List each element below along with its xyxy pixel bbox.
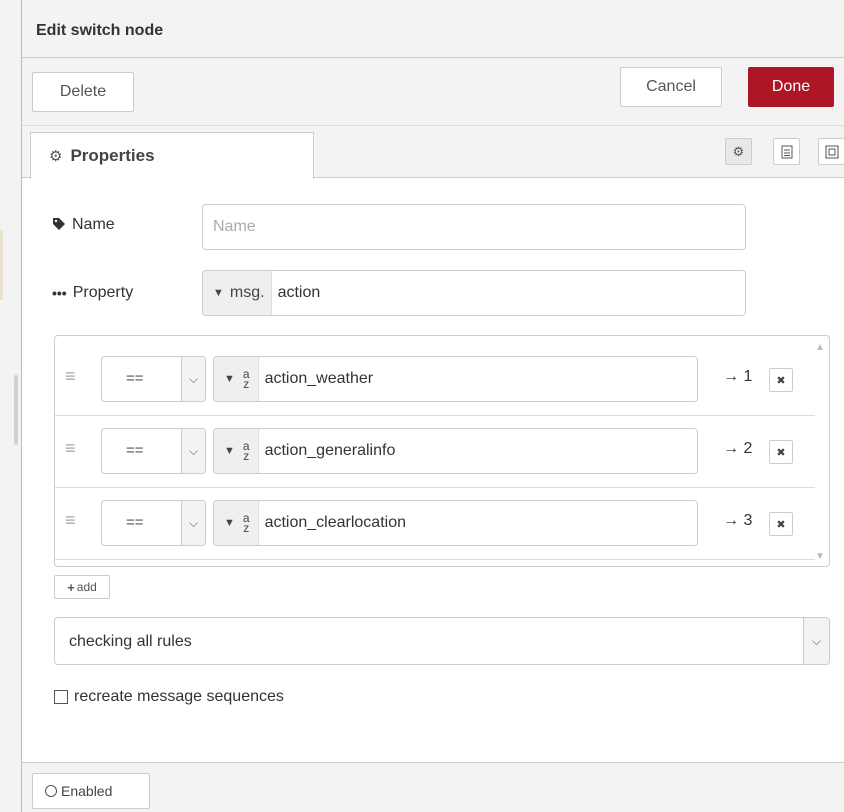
rule-value-input[interactable]: ▼ az action_weather — [213, 356, 698, 402]
rule-value: action_clearlocation — [264, 514, 406, 531]
enabled-toggle[interactable]: Enabled — [32, 773, 150, 809]
rules-list: ≡ == ⌵ ▼ az action_weather → 1 ✖ ≡ == ⌵ — [54, 335, 830, 567]
circle-icon — [45, 785, 57, 797]
rule-value-input[interactable]: ▼ az action_clearlocation — [213, 500, 698, 546]
add-label: add — [76, 580, 97, 594]
rule-output: → 1 — [723, 368, 753, 385]
remove-rule-button[interactable]: ✖ — [769, 440, 793, 464]
caret-down-icon: ▼ — [213, 287, 224, 299]
tabs-bar: ⚙ Properties ⚙ — [22, 126, 844, 179]
tray-title: Edit switch node — [36, 22, 164, 39]
recreate-sequences-checkbox[interactable] — [54, 690, 68, 704]
gear-icon: ⚙ — [49, 148, 63, 165]
operator-value: == — [126, 442, 144, 459]
delete-button[interactable]: Delete — [32, 72, 134, 112]
rule-row: ≡ == ⌵ ▼ az action_generalinfo → 2 ✖ — [55, 416, 815, 488]
done-button[interactable]: Done — [748, 67, 834, 107]
cancel-button[interactable]: Cancel — [620, 67, 722, 107]
tab-label: Properties — [70, 146, 155, 165]
name-placeholder: Name — [213, 218, 256, 235]
name-label-text: Name — [72, 216, 115, 233]
recreate-sequences-row[interactable]: recreate message sequences — [54, 688, 284, 706]
appearance-icon[interactable] — [818, 138, 844, 165]
rule-value: action_generalinfo — [264, 442, 396, 459]
chevron-down-icon: ⌵ — [181, 429, 205, 473]
plus-icon: + — [67, 579, 75, 595]
string-type-icon: az — [242, 439, 250, 463]
rule-row: ≡ == ⌵ ▼ az action_weather → 1 ✖ — [55, 344, 815, 416]
operator-value: == — [126, 370, 144, 387]
property-label: ••• Property — [52, 284, 133, 302]
operator-value: == — [126, 514, 144, 531]
drag-handle-icon[interactable]: ≡ — [65, 510, 76, 531]
add-rule-button[interactable]: + add — [54, 575, 110, 599]
value-type-selector[interactable]: ▼ az — [214, 429, 259, 473]
workspace-marker — [0, 230, 3, 300]
property-type-selector[interactable]: ▼ msg. — [203, 271, 272, 315]
enabled-label: Enabled — [61, 783, 113, 799]
value-type-selector[interactable]: ▼ az — [214, 501, 259, 545]
rule-value: action_weather — [264, 370, 374, 387]
property-value: action — [277, 284, 321, 301]
tag-icon — [52, 217, 66, 234]
chevron-down-icon: ⌵ — [181, 357, 205, 401]
edit-tray: Edit switch node Delete Cancel Done ⚙ Pr… — [22, 0, 844, 812]
caret-down-icon: ▼ — [224, 517, 235, 529]
rule-value-input[interactable]: ▼ az action_generalinfo — [213, 428, 698, 474]
rule-output: → 3 — [723, 512, 753, 529]
ellipsis-icon: ••• — [52, 285, 67, 301]
tab-properties[interactable]: ⚙ Properties — [30, 132, 314, 179]
string-type-icon: az — [242, 367, 250, 391]
checking-mode-select[interactable]: checking all rules ⌵ — [54, 617, 830, 665]
properties-gear-icon[interactable]: ⚙ — [725, 138, 752, 165]
drag-handle-icon[interactable]: ≡ — [65, 438, 76, 459]
tray-footer: Enabled — [22, 762, 844, 812]
name-input[interactable]: Name — [202, 204, 746, 250]
drag-handle-icon[interactable]: ≡ — [65, 366, 76, 387]
chevron-down-icon: ⌵ — [181, 501, 205, 545]
operator-select[interactable]: == ⌵ — [101, 356, 206, 402]
recreate-sequences-label: recreate message sequences — [74, 688, 284, 705]
operator-select[interactable]: == ⌵ — [101, 500, 206, 546]
rule-row: ≡ == ⌵ ▼ az action_clearlocation → 3 ✖ — [55, 488, 815, 560]
name-label: Name — [52, 216, 115, 234]
property-type: msg. — [229, 284, 265, 301]
scroll-up-icon[interactable]: ▲ — [815, 342, 825, 353]
scroll-down-icon[interactable]: ▼ — [815, 551, 825, 562]
chevron-down-icon: ⌵ — [803, 618, 829, 664]
property-label-text: Property — [72, 284, 134, 301]
remove-rule-button[interactable]: ✖ — [769, 368, 793, 392]
checking-mode-value: checking all rules — [69, 633, 192, 650]
tray-toolbar: Delete Cancel Done — [22, 58, 844, 126]
remove-rule-button[interactable]: ✖ — [769, 512, 793, 536]
tray-header: Edit switch node — [22, 0, 844, 58]
value-type-selector[interactable]: ▼ az — [214, 357, 259, 401]
rule-output: → 2 — [723, 440, 753, 457]
string-type-icon: az — [242, 511, 250, 535]
caret-down-icon: ▼ — [224, 445, 235, 457]
resize-handle[interactable] — [14, 375, 18, 445]
description-icon[interactable] — [773, 138, 800, 165]
operator-select[interactable]: == ⌵ — [101, 428, 206, 474]
workspace-edge — [0, 0, 22, 812]
property-input[interactable]: ▼ msg. action — [202, 270, 746, 316]
caret-down-icon: ▼ — [224, 373, 235, 385]
